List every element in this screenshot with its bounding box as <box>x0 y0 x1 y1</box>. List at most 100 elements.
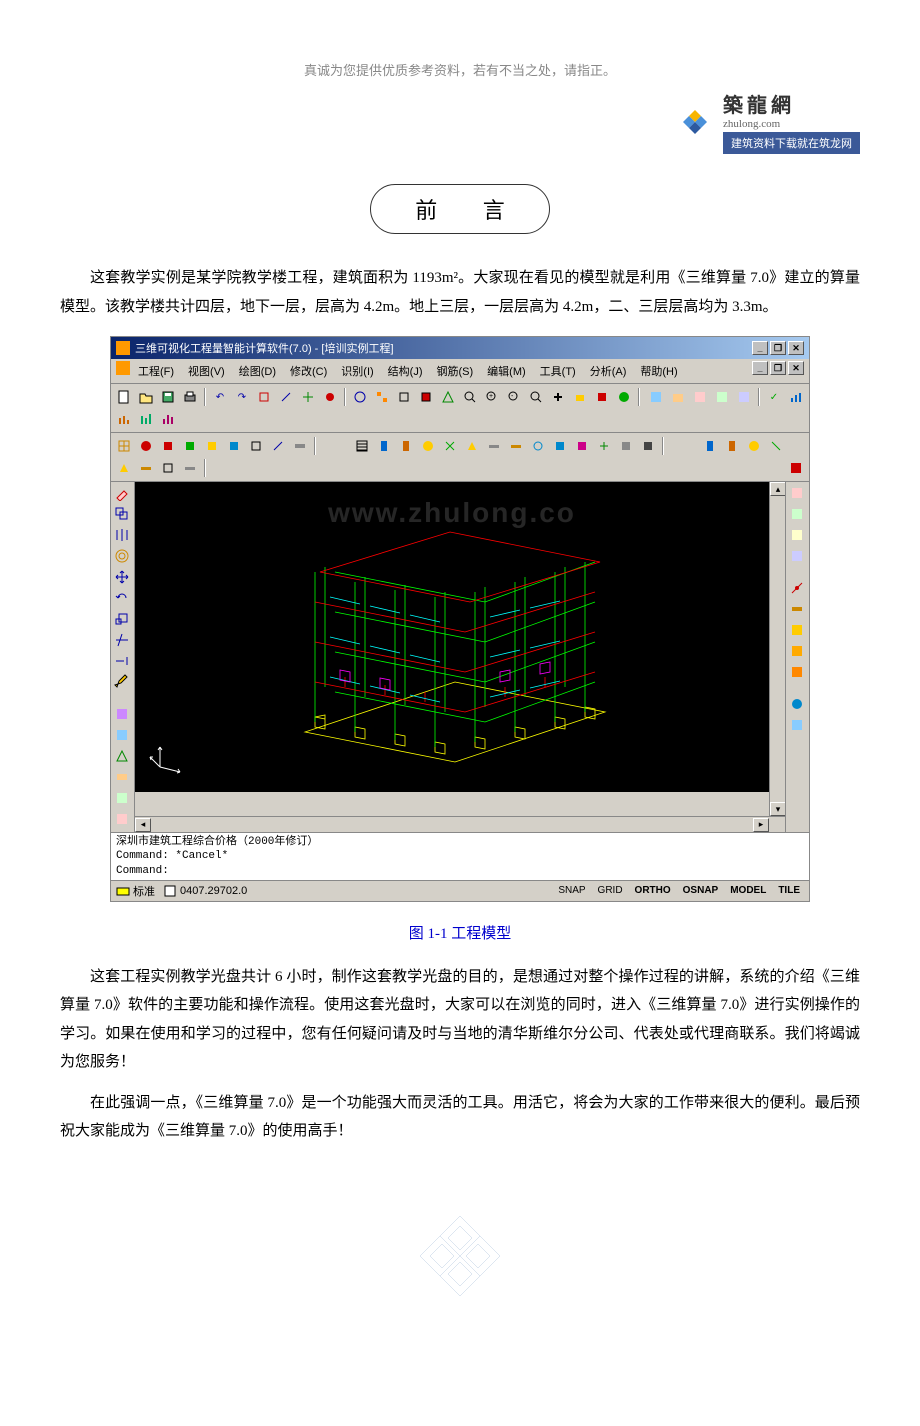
tool-button[interactable] <box>290 436 310 456</box>
tool-button[interactable] <box>788 547 808 567</box>
menu-draw[interactable]: 绘图(D) <box>233 361 282 381</box>
chart-button[interactable] <box>786 387 806 407</box>
tool-button[interactable] <box>646 387 666 407</box>
mode-grid[interactable]: GRID <box>594 884 627 897</box>
close-button[interactable]: ✕ <box>788 341 804 355</box>
pencil-button[interactable] <box>113 673 133 693</box>
tool-button[interactable] <box>113 747 133 767</box>
tool-button[interactable] <box>788 579 808 599</box>
tool-button[interactable] <box>594 436 614 456</box>
menu-file[interactable]: 工程(F) <box>132 361 180 381</box>
tool-button[interactable] <box>113 768 133 788</box>
mirror-button[interactable] <box>113 526 133 546</box>
chart-button[interactable] <box>136 409 156 429</box>
tool-button[interactable] <box>788 600 808 620</box>
scale-button[interactable] <box>113 610 133 630</box>
tool-button[interactable] <box>394 387 414 407</box>
tool-button[interactable] <box>114 436 134 456</box>
menu-modify[interactable]: 修改(C) <box>284 361 333 381</box>
tool-button[interactable] <box>550 436 570 456</box>
redo-button[interactable]: ↷ <box>232 387 252 407</box>
3d-viewport[interactable]: www.zhulong.co <box>135 482 769 792</box>
scroll-left-button[interactable]: ◂ <box>135 818 151 832</box>
tool-button[interactable] <box>352 436 372 456</box>
tool-button[interactable] <box>744 436 764 456</box>
tool-button[interactable] <box>320 387 340 407</box>
tool-button[interactable] <box>438 387 458 407</box>
move-button[interactable] <box>113 568 133 588</box>
tool-button[interactable] <box>788 505 808 525</box>
tool-button[interactable] <box>788 526 808 546</box>
tool-button[interactable] <box>180 436 200 456</box>
tool-button[interactable] <box>786 458 806 478</box>
menu-rebar[interactable]: 钢筋(S) <box>431 361 480 381</box>
tool-button[interactable] <box>506 436 526 456</box>
print-button[interactable] <box>180 387 200 407</box>
tool-button[interactable] <box>298 387 318 407</box>
tool-button[interactable] <box>734 387 754 407</box>
menu-identify[interactable]: 识别(I) <box>335 361 379 381</box>
save-button[interactable] <box>158 387 178 407</box>
mode-model[interactable]: MODEL <box>726 884 770 897</box>
tool-button[interactable] <box>712 387 732 407</box>
tool-button[interactable] <box>276 387 296 407</box>
zoom-in-button[interactable]: + <box>482 387 502 407</box>
menu-view[interactable]: 视图(V) <box>182 361 231 381</box>
undo-button[interactable]: ↶ <box>210 387 230 407</box>
tool-button[interactable] <box>136 458 156 478</box>
tool-button[interactable] <box>350 387 370 407</box>
mode-tile[interactable]: TILE <box>774 884 804 897</box>
tool-button[interactable] <box>788 695 808 715</box>
tool-button[interactable] <box>114 458 134 478</box>
tool-button[interactable] <box>246 436 266 456</box>
tool-button[interactable] <box>113 726 133 746</box>
zoom-extents-button[interactable] <box>526 387 546 407</box>
doc-minimize-button[interactable]: _ <box>752 361 768 375</box>
tool-button[interactable] <box>638 436 658 456</box>
tool-button[interactable] <box>668 387 688 407</box>
mode-snap[interactable]: SNAP <box>554 884 589 897</box>
scroll-up-button[interactable]: ▴ <box>770 482 786 496</box>
menu-tools[interactable]: 工具(T) <box>534 361 582 381</box>
tool-button[interactable] <box>136 436 156 456</box>
chart-button[interactable] <box>114 409 134 429</box>
tool-button[interactable] <box>418 436 438 456</box>
tool-button[interactable] <box>224 436 244 456</box>
tool-button[interactable] <box>372 387 392 407</box>
menu-analyze[interactable]: 分析(A) <box>584 361 633 381</box>
tool-button[interactable] <box>254 387 274 407</box>
scroll-down-button[interactable]: ▾ <box>770 802 786 816</box>
tool-button[interactable] <box>374 436 394 456</box>
scroll-right-button[interactable]: ▸ <box>753 818 769 832</box>
tool-button[interactable] <box>113 789 133 809</box>
tool-button[interactable] <box>700 436 720 456</box>
tool-button[interactable] <box>158 436 178 456</box>
zoom-out-button[interactable]: - <box>504 387 524 407</box>
tool-button[interactable] <box>788 621 808 641</box>
pan-button[interactable] <box>548 387 568 407</box>
tool-button[interactable] <box>396 436 416 456</box>
tool-button[interactable] <box>788 716 808 736</box>
open-button[interactable] <box>136 387 156 407</box>
rotate-button[interactable] <box>113 589 133 609</box>
tool-button[interactable] <box>180 458 200 478</box>
check-button[interactable]: ✓ <box>764 387 784 407</box>
maximize-button[interactable]: ❐ <box>770 341 786 355</box>
vertical-scrollbar[interactable]: ▴ ▾ <box>769 482 785 816</box>
erase-button[interactable] <box>113 484 133 504</box>
mode-ortho[interactable]: ORTHO <box>631 884 675 897</box>
doc-close-button[interactable]: ✕ <box>788 361 804 375</box>
tool-button[interactable] <box>572 436 592 456</box>
new-button[interactable] <box>114 387 134 407</box>
menu-edit[interactable]: 编辑(M) <box>481 361 532 381</box>
tool-button[interactable] <box>616 436 636 456</box>
tool-button[interactable] <box>788 663 808 683</box>
tool-button[interactable] <box>440 436 460 456</box>
menu-structure[interactable]: 结构(J) <box>382 361 429 381</box>
tool-button[interactable] <box>462 436 482 456</box>
tool-button[interactable] <box>570 387 590 407</box>
tool-button[interactable] <box>484 436 504 456</box>
tool-button[interactable] <box>113 705 133 725</box>
tool-button[interactable] <box>766 436 786 456</box>
offset-button[interactable] <box>113 547 133 567</box>
